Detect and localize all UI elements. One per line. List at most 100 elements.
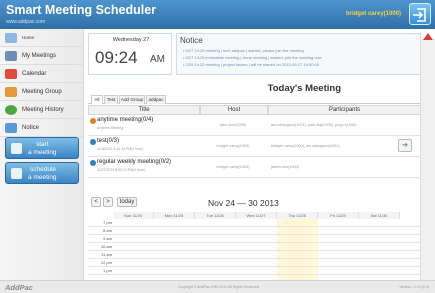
calendar-hour-row[interactable]: 9 am xyxy=(88,235,421,243)
clock-widget: Wednesday 27 09:24 AM xyxy=(88,33,172,75)
schedule-meeting-button[interactable]: schedule a meeting xyxy=(5,162,79,184)
column-header-host: Host xyxy=(200,105,268,115)
meeting-title[interactable]: anytime meeting(0/4) xyxy=(97,117,153,123)
table-row[interactable]: regular weekly meeting(0/2) 11/27/2013 5… xyxy=(88,157,421,178)
top-header: Smart Meeting Scheduler www.addpac.com b… xyxy=(0,0,435,29)
meeting-title[interactable]: test(0/3) xyxy=(97,138,119,144)
column-header-participants: Participants xyxy=(268,105,421,115)
sidebar-item-label: Meeting History xyxy=(22,106,64,113)
history-icon xyxy=(5,104,17,115)
calendar-day-header: Sat 11/30 xyxy=(359,212,400,219)
enter-meeting-button[interactable]: ➔ xyxy=(398,139,412,152)
tab-add-group[interactable]: Add Group xyxy=(119,95,145,104)
schedule-meeting-icon xyxy=(11,168,22,179)
meeting-time: 11/27/2013 5:00:13 PM(1 hour) xyxy=(97,168,146,172)
calendar-hour-row[interactable]: 8 am xyxy=(88,227,421,235)
sidebar-item-label: Calendar xyxy=(22,70,47,77)
hour-label: 7 pm xyxy=(103,220,112,225)
calendar-day-header: Mon 11/25 xyxy=(154,212,195,219)
sidebar-item-home[interactable]: Home xyxy=(0,29,84,47)
meeting-host: paul lone(1000) xyxy=(219,123,247,127)
footer-version: Version : 1.0.1(0.0) xyxy=(399,285,429,289)
sidebar-item-meeting-group[interactable]: Meeting Group xyxy=(0,83,84,101)
meeting-host: bridget carey(1000) xyxy=(216,165,250,169)
footer-brand-logo: AddPac xyxy=(5,283,33,292)
sidebar-item-notice[interactable]: Notice xyxy=(0,119,84,137)
hour-label: 12 pm xyxy=(100,260,112,265)
meeting-participants: bridget carey(1000), lee changsoo(1001) xyxy=(271,144,340,148)
tab-test[interactable]: Test xyxy=(104,95,118,104)
app-url: www.addpac.com xyxy=(6,19,46,25)
calendar-today-button[interactable]: today xyxy=(117,197,137,207)
calendar-day-header: Sun 11/24 xyxy=(113,212,154,219)
start-meeting-label: start xyxy=(36,141,49,148)
sidebar: Home My Meetings Calendar Meeting Group … xyxy=(0,29,84,280)
hour-label: 11 am xyxy=(101,252,112,257)
table-row[interactable]: anytime meeting(0/4) Anytime Meeting pau… xyxy=(88,115,421,136)
meeting-title[interactable]: regular weekly meeting(0/2) xyxy=(97,159,171,165)
meeting-host: bridget carey(1000) xyxy=(216,144,250,148)
start-meeting-icon xyxy=(11,143,22,154)
meeting-participants: ann changsoo(1001), park suji(1005), jun… xyxy=(271,123,357,127)
notice-panel: Notice • 9/27 14:25 meeting | tech addpa… xyxy=(176,33,421,75)
schedule-meeting-label-2: a meeting xyxy=(28,174,57,181)
meeting-status-icon xyxy=(90,160,96,166)
calendar-next-button[interactable]: > xyxy=(103,197,113,207)
table-row[interactable]: test(0/3) 11/8/2013 4:41:12 PM(1 hour) b… xyxy=(88,136,421,157)
home-icon xyxy=(5,32,17,43)
app-title: Smart Meeting Scheduler xyxy=(6,3,157,17)
tab-all[interactable]: All xyxy=(91,95,103,104)
logout-button[interactable] xyxy=(409,3,431,25)
group-tabs: All Test Add Group addpac xyxy=(88,95,421,104)
hour-label: 1 pm xyxy=(103,268,112,273)
main-content: Wednesday 27 09:24 AM Notice • 9/27 14:2… xyxy=(88,29,431,283)
page-scrollbar[interactable] xyxy=(420,39,435,280)
meeting-status-icon xyxy=(90,118,96,124)
clock-ampm: AM xyxy=(150,54,165,65)
hour-label: 8 am xyxy=(103,228,112,233)
notice-item[interactable]: • 9/27 14:25 meeting | tech addpac | sta… xyxy=(183,48,304,53)
calendar-hour-row[interactable]: 7 pm xyxy=(88,219,421,227)
footer: AddPac Copyright © AddPac 1999-2013 All … xyxy=(0,280,435,293)
clock-date: Wednesday 27 xyxy=(112,37,150,43)
schedule-meeting-label: schedule xyxy=(30,166,57,173)
calendar-day-header: Fri 11/29 xyxy=(318,212,359,219)
meeting-participants: james kim(1000) xyxy=(271,165,300,169)
notice-icon xyxy=(5,122,17,133)
meeting-status-icon xyxy=(90,139,96,145)
calendar-prev-button[interactable]: < xyxy=(91,197,101,207)
sidebar-item-calendar[interactable]: Calendar xyxy=(0,65,84,83)
notice-item[interactable]: • 9/27 14:25 immediate meeting | issue m… xyxy=(183,55,322,60)
calendar-day-header: Wed 11/27 xyxy=(236,212,277,219)
logout-icon xyxy=(413,8,426,22)
start-meeting-label-2: a meeting xyxy=(28,149,57,156)
user-name-link[interactable]: bridget carey(1000) xyxy=(346,11,401,17)
calendar-hour-row[interactable]: 12 pm xyxy=(88,259,421,267)
hour-label: 10 am xyxy=(100,244,112,249)
meeting-time: 11/8/2013 4:41:12 PM(1 hour) xyxy=(97,147,144,151)
calendar-range-title: Nov 24 — 30 2013 xyxy=(208,198,279,208)
meeting-time: Anytime Meeting xyxy=(97,126,124,130)
group-icon xyxy=(5,86,17,97)
hour-label: 9 am xyxy=(103,236,112,241)
sidebar-item-label: My Meetings xyxy=(22,52,57,59)
start-meeting-button[interactable]: start a meeting xyxy=(5,137,79,159)
sidebar-item-meeting-history[interactable]: Meeting History xyxy=(0,101,84,119)
notice-item[interactable]: • 2/29 14:22 meeting | project issues | … xyxy=(183,62,319,67)
calendar-hour-row[interactable]: 10 am xyxy=(88,243,421,251)
clock-time: 09:24 xyxy=(95,48,138,67)
calendar-icon xyxy=(5,68,17,79)
calendar-hour-row[interactable]: 1 pm xyxy=(88,267,421,275)
column-header-title: Title xyxy=(88,105,200,115)
sidebar-item-label: Home xyxy=(22,35,35,40)
calendar-hour-row[interactable]: 11 am xyxy=(88,251,421,259)
calendar-day-header: Tue 11/26 xyxy=(195,212,236,219)
scroll-up-arrow-icon[interactable] xyxy=(423,33,433,40)
tab-addpac[interactable]: addpac xyxy=(146,95,166,104)
meetings-icon xyxy=(5,50,17,61)
sidebar-item-label: Notice xyxy=(22,124,40,131)
footer-copyright: Copyright © AddPac 1999-2013 All Rights … xyxy=(178,285,259,289)
calendar-day-header: Thu 11/28 xyxy=(277,212,318,219)
sidebar-item-my-meetings[interactable]: My Meetings xyxy=(0,47,84,65)
notice-title: Notice xyxy=(180,36,203,45)
